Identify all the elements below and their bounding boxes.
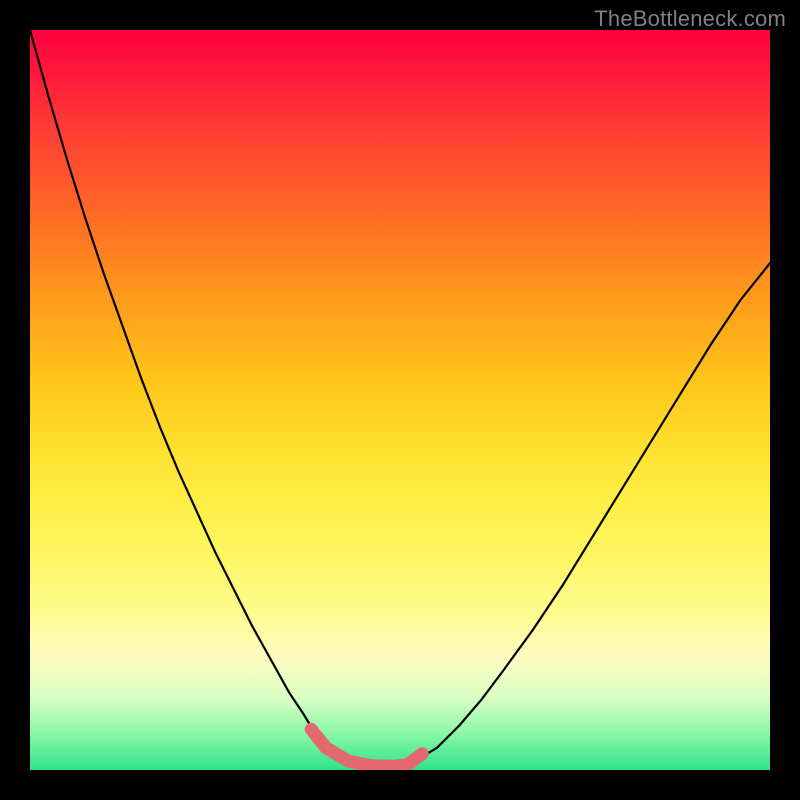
plot-area — [30, 30, 770, 770]
curve-svg-layer — [30, 30, 770, 770]
highlight-segment — [311, 729, 422, 766]
chart-frame: TheBottleneck.com — [0, 0, 800, 800]
watermark-text: TheBottleneck.com — [594, 6, 786, 32]
bottleneck-curve — [30, 30, 770, 766]
